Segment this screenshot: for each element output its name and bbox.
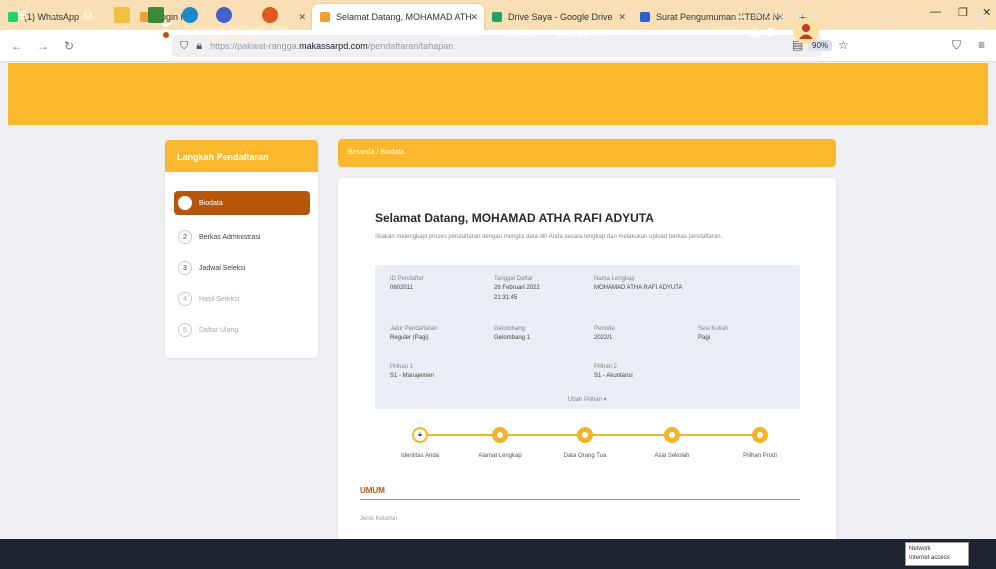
step-label: Jadwal Seleksi xyxy=(199,264,246,272)
browser-tab-drive[interactable]: Drive Saya - Google Drive ✕ xyxy=(484,4,632,30)
page-title: Selamat Datang, MOHAMAD ATHA RAFI ADYUTA xyxy=(375,211,654,225)
progress-step-identity-lock-icon[interactable]: 🔒︎ xyxy=(412,427,428,443)
progress-label: Asal Sekolah xyxy=(654,453,690,459)
notification-dot-icon xyxy=(766,28,775,37)
bookmark-star-icon[interactable]: ☆ xyxy=(838,38,849,52)
progress-step-school[interactable] xyxy=(664,427,680,443)
url-host: makassarpd.com xyxy=(299,41,368,51)
campus-logo-icon xyxy=(159,21,173,41)
field-date: Tanggal Daftar 26 Februari 2022 21:31:45 xyxy=(494,276,540,301)
site-header xyxy=(8,63,988,125)
field-name: Nama Lengkap MOHAMAD ATHA RAFI ADYUTA xyxy=(594,276,683,291)
browser-tab-active[interactable]: Selamat Datang, MOHAMAD ATH ✕ xyxy=(312,4,484,30)
store-icon[interactable] xyxy=(148,7,164,23)
close-tab-icon[interactable]: ✕ xyxy=(470,12,478,23)
url-suffix: /pendaftaran/tahapan xyxy=(367,41,454,51)
address-bar[interactable]: ⛉ 🔒︎ https://pakwat-rangga. makassarpd.co… xyxy=(172,35,822,57)
breadcrumb[interactable]: Beranda / Biodata xyxy=(338,139,836,167)
maximize-button[interactable]: ❐ xyxy=(958,6,968,19)
close-tab-icon[interactable]: ✕ xyxy=(618,12,626,23)
pocket-icon[interactable]: ⛉ xyxy=(952,38,961,53)
menu-icon[interactable]: ≡ xyxy=(978,38,985,52)
field-id: ID Pendaftar 0602011 xyxy=(390,276,424,291)
progress-label: Data Orang Tua xyxy=(563,453,607,459)
nav-pendaftaran[interactable]: Pendaftaran xyxy=(440,31,484,40)
close-tab-icon[interactable]: ✕ xyxy=(298,12,306,23)
step-number: 1 xyxy=(178,196,192,210)
progress-label: Alamat Lengkap xyxy=(478,453,522,459)
user-avatar-icon xyxy=(799,24,813,39)
progress-label: Identitas Anda xyxy=(400,453,440,459)
progress-step-address[interactable] xyxy=(492,427,508,443)
forward-arrow-icon[interactable]: → xyxy=(34,39,52,53)
progress-step-parents[interactable] xyxy=(577,427,593,443)
registrant-info-box xyxy=(375,265,800,409)
section-divider xyxy=(360,499,800,500)
chevron-down-icon[interactable]: ▾ xyxy=(598,31,602,40)
field-choice-2: Pilihan 2 S1 - Akuntansi xyxy=(594,364,633,379)
step-number: 5 xyxy=(178,323,192,337)
notifications-icon[interactable]: ▤ xyxy=(978,11,986,20)
weather-status[interactable]: 26°C Hujan ringan xyxy=(752,11,817,20)
step-number: 3 xyxy=(178,261,192,275)
weather-cloud-icon: ☁ xyxy=(736,11,744,20)
nav-panduan[interactable]: Panduan xyxy=(504,31,536,40)
firefox-icon[interactable] xyxy=(262,7,278,23)
step-hasil: 4 Hasil Seleksi xyxy=(174,287,310,311)
brand-line-1: Penerimaan Mahasiswa Baru xyxy=(184,24,289,33)
reload-icon[interactable]: ↻ xyxy=(60,39,78,53)
page-subtitle: Silakan melengkapi proses pendaftaran de… xyxy=(375,234,723,240)
step-number: 4 xyxy=(178,292,192,306)
chrome-icon[interactable] xyxy=(216,7,232,23)
field-shift: Sesi Kuliah Pagi xyxy=(698,326,729,341)
step-label: Hasil Seleksi xyxy=(199,295,240,303)
volume-icon[interactable]: 🔊︎ xyxy=(882,11,887,21)
brand-line-2: STIE Tunas Bangsa xyxy=(184,34,256,43)
document-icon xyxy=(640,12,650,22)
chevron-up-icon[interactable]: ^ xyxy=(852,11,856,20)
section-title: UMUM xyxy=(360,486,385,495)
back-arrow-icon[interactable]: ← xyxy=(8,39,26,53)
nav-informasi[interactable]: Informasi xyxy=(556,31,589,40)
task-view-icon[interactable]: ⧉ xyxy=(80,7,96,23)
field-period: Periode 2022/1 xyxy=(594,326,615,341)
file-explorer-icon[interactable] xyxy=(114,7,130,23)
step-label: Berkas Administrasi xyxy=(199,233,261,241)
search-icon[interactable]: ⌕ xyxy=(46,7,62,23)
battery-icon[interactable]: ▭ xyxy=(866,11,874,20)
step-number: 2 xyxy=(178,230,192,244)
progress-label: Pilihan Prodi xyxy=(743,453,777,459)
step-berkas[interactable]: 2 Berkas Administrasi xyxy=(174,225,310,249)
windows-start-icon[interactable]: ⊞ xyxy=(14,7,30,23)
site-favicon-icon xyxy=(320,12,330,22)
windows-taskbar xyxy=(0,539,996,569)
browser-toolbar: ← → ↻ ⛉ 🔒︎ https://pakwat-rangga. makassa… xyxy=(0,30,996,62)
step-jadwal[interactable]: 3 Jadwal Seleksi xyxy=(174,256,310,280)
step-label: Daftar Ulang xyxy=(199,326,239,334)
sidebar-title: Langkah Pendaftaran xyxy=(165,140,318,172)
change-choice-link[interactable]: Ubah Pilihan ▾ xyxy=(568,396,607,403)
bell-icon[interactable]: 🔔︎ xyxy=(748,28,761,39)
edge-icon[interactable] xyxy=(182,7,198,23)
step-label: Biodata xyxy=(199,199,223,207)
step-biodata[interactable]: 1 Biodata xyxy=(174,191,310,215)
minimize-button[interactable]: — xyxy=(930,6,941,18)
gender-field-label: Jenis Kelamin xyxy=(360,516,398,522)
avatar[interactable] xyxy=(793,18,819,44)
google-drive-icon xyxy=(492,12,502,22)
progress-step-program[interactable] xyxy=(752,427,768,443)
field-choice-1: Pilihan 1 S1 - Manajemen xyxy=(390,364,435,379)
field-gelombang: Gelombang Gelombang 1 xyxy=(494,326,531,341)
network-tooltip: Network Internet access xyxy=(905,542,969,566)
field-path: Jalur Pendaftaran Reguler (Pagi) xyxy=(390,326,438,341)
step-daftar-ulang: 5 Daftar Ulang xyxy=(174,318,310,342)
